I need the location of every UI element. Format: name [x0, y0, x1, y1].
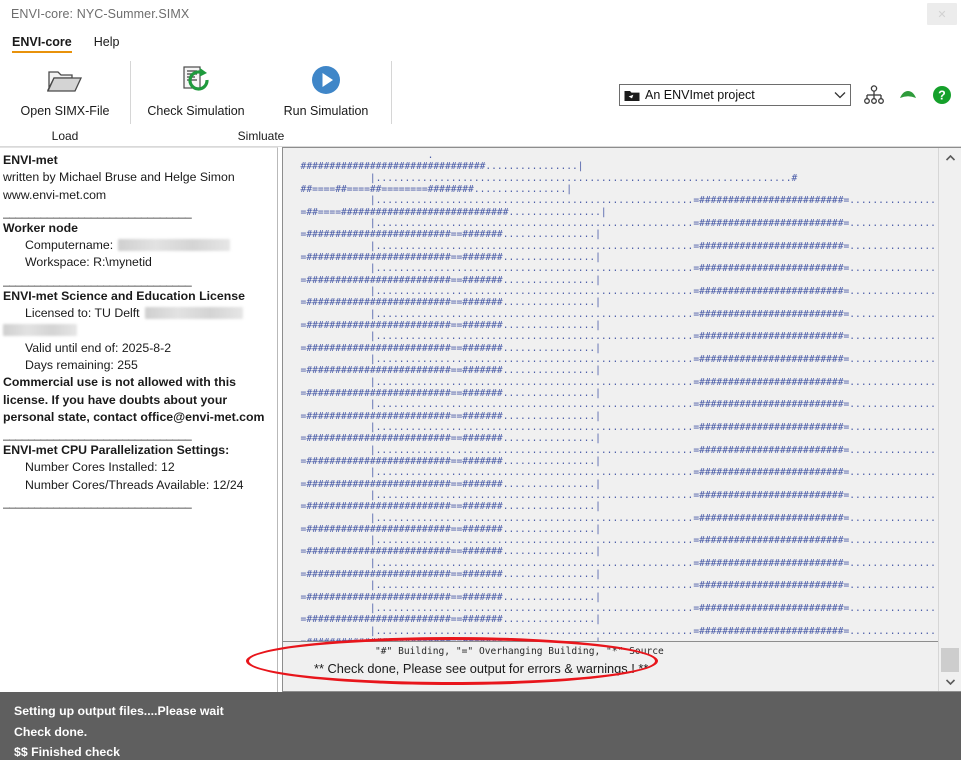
ascii-legend: "#" Building, "=" Overhanging Building, … — [283, 642, 939, 657]
project-selected-value: An ENVImet project — [645, 88, 830, 102]
main-content-area: ENVI-met written by Michael Bruse and He… — [0, 147, 961, 692]
info-commercial-notice: Commercial use is not allowed with this … — [3, 374, 274, 426]
info-authors: written by Michael Bruse and Helge Simon — [3, 169, 274, 186]
status-log-bar: Setting up output files....Please wait C… — [0, 692, 961, 760]
close-icon[interactable]: ✕ — [927, 3, 957, 25]
info-divider-4: ______________________________ — [3, 494, 274, 510]
status-log-line: $$ Finished check — [14, 742, 961, 763]
ribbon-group-simulate-title: Simluate — [131, 129, 391, 143]
info-workspace: Workspace: R:\mynetid — [3, 254, 274, 271]
scrollbar-thumb[interactable] — [941, 648, 959, 672]
folder-icon — [624, 89, 640, 102]
ribbon-group-divider-2 — [391, 61, 392, 124]
help-icon[interactable]: ? — [931, 84, 953, 106]
check-simulation-label: Check Simulation — [147, 104, 244, 118]
window-titlebar: ENVI-core: NYC-Summer.SIMX ✕ — [0, 0, 961, 28]
tab-envi-core[interactable]: ENVI-core — [12, 35, 72, 53]
info-divider-2: ______________________________ — [3, 272, 274, 288]
status-log-line: Check done. — [14, 722, 961, 743]
info-worker-node-heading: Worker node — [3, 220, 274, 237]
open-simx-file-button[interactable]: Open SIMX-File — [0, 59, 130, 118]
check-done-message: ** Check done, Please see output for err… — [283, 657, 939, 676]
tab-help[interactable]: Help — [94, 35, 120, 53]
info-computername: Computername: — [3, 237, 274, 254]
chevron-down-icon[interactable] — [830, 91, 850, 99]
check-simulation-icon — [176, 63, 216, 97]
project-combobox[interactable]: An ENVImet project — [619, 84, 851, 106]
cloud-icon[interactable] — [897, 84, 919, 106]
ribbon-group-simulate: Check Simulation Run Simulation Simluate — [131, 53, 391, 146]
info-license-heading: ENVI-met Science and Education License — [3, 288, 274, 305]
ribbon-tabstrip: ENVI-core Help — [0, 28, 961, 53]
info-computername-label: Computername: — [25, 238, 113, 252]
run-simulation-label: Run Simulation — [284, 104, 369, 118]
scroll-down-icon[interactable] — [939, 672, 961, 691]
run-simulation-icon — [309, 63, 343, 97]
info-divider-1: ______________________________ — [3, 204, 274, 220]
ribbon-group-load: Open SIMX-File Load — [0, 53, 130, 146]
redacted-licensee-1 — [145, 307, 243, 319]
info-days-remaining: Days remaining: 255 — [3, 357, 274, 374]
info-cores-installed: Number Cores Installed: 12 — [3, 459, 274, 476]
info-licensed-to-overflow — [3, 322, 274, 339]
run-simulation-button[interactable]: Run Simulation — [261, 59, 391, 118]
status-log-line: Setting up output files....Please wait — [14, 701, 961, 722]
ascii-map-scrollarea[interactable]: . ################################......… — [283, 148, 939, 641]
output-footer: "#" Building, "=" Overhanging Building, … — [283, 641, 939, 691]
svg-text:?: ? — [938, 89, 946, 103]
info-app-name: ENVI-met — [3, 152, 274, 169]
info-cores-available: Number Cores/Threads Available: 12/24 — [3, 477, 274, 494]
scroll-up-icon[interactable] — [939, 148, 961, 167]
redacted-computername — [118, 239, 230, 251]
info-divider-3: ______________________________ — [3, 426, 274, 442]
info-licensed-to: Licensed to: TU Delft — [3, 305, 274, 322]
redacted-licensee-2 — [3, 324, 77, 336]
check-simulation-button[interactable]: Check Simulation — [131, 59, 261, 118]
info-panel: ENVI-met written by Michael Bruse and He… — [0, 147, 278, 692]
info-cpu-heading: ENVI-met CPU Parallelization Settings: — [3, 442, 274, 459]
ribbon-toolbar: Open SIMX-File Load — [0, 53, 961, 147]
project-selector-area: An ENVImet project — [619, 84, 953, 106]
info-valid-until: Valid until end of: 2025-8-2 — [3, 340, 274, 357]
info-licensed-to-label: Licensed to: TU Delft — [25, 306, 140, 320]
ribbon-group-load-title: Load — [0, 129, 130, 143]
output-vertical-scrollbar[interactable] — [938, 148, 961, 691]
window-title: ENVI-core: NYC-Summer.SIMX — [0, 7, 189, 21]
ascii-model-map: . ################################......… — [283, 148, 939, 641]
simulation-output-pane: . ################################......… — [282, 147, 961, 692]
open-simx-file-label: Open SIMX-File — [21, 104, 110, 118]
open-folder-icon — [45, 63, 85, 97]
tree-hierarchy-icon[interactable] — [863, 84, 885, 106]
info-website: www.envi-met.com — [3, 187, 274, 204]
